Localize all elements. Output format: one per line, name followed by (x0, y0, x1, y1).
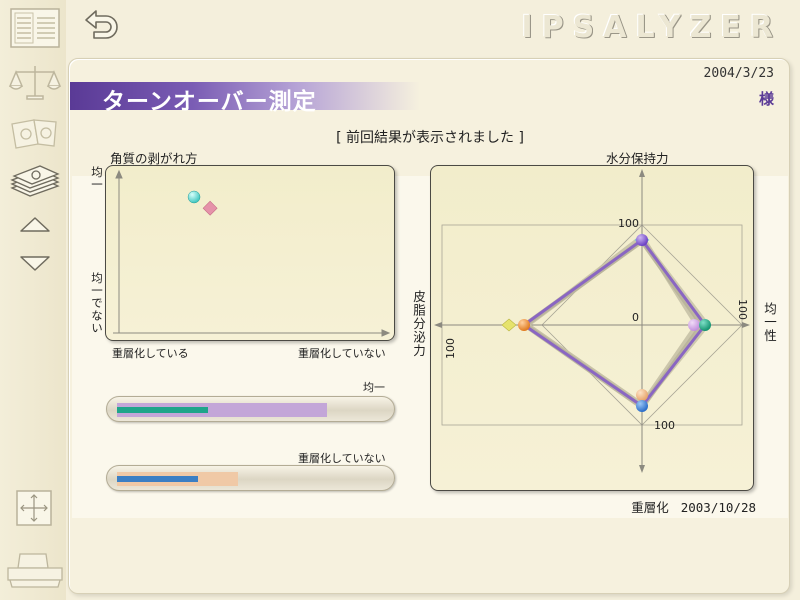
customer-honorific: 様 (758, 90, 774, 108)
radar-left-label: 皮脂分泌力 (411, 290, 426, 358)
radar-tick-center: 0 (632, 311, 639, 324)
scatter-y-bottom-label: 均一でない (90, 272, 104, 335)
scale-icon[interactable] (8, 62, 62, 102)
radar-marker-left (518, 319, 530, 331)
radar-marker-top (636, 234, 648, 246)
radar-axis-arrow-down (639, 465, 645, 473)
layer-bar (106, 465, 395, 491)
radar-tick-right: 100 (736, 299, 749, 320)
radar-bottom-label: 重層化 (631, 500, 669, 515)
radar-marker-right (699, 319, 711, 331)
radar-marker-bottom (636, 400, 648, 412)
scatter-point-current (187, 190, 201, 204)
radar-series-3 (521, 237, 707, 409)
app-logo: IPSALYZER (521, 10, 782, 45)
radar-series-2 (520, 237, 706, 411)
uniform-bar-label: 均一 (363, 381, 385, 394)
scroll-down-icon[interactable] (18, 252, 52, 274)
radar-tick-bottom: 100 (654, 419, 675, 432)
scatter-x-left-label: 重層化している (112, 347, 189, 360)
list-view-icon[interactable] (10, 8, 60, 48)
radar-axis-arrow-left (434, 322, 442, 328)
card-stack-icon[interactable] (8, 164, 62, 204)
radar-marker-prev-left (501, 318, 517, 332)
scatter-point-previous (202, 200, 218, 216)
measure-date: 2004/3/23 (703, 66, 774, 81)
radar-axis-arrow-up (639, 169, 645, 177)
back-arrow-icon[interactable] (80, 6, 126, 46)
radar-marker-prev-right (688, 319, 700, 331)
radar-series-0 (522, 236, 711, 409)
uniform-bar-current (117, 407, 209, 413)
crosshair-icon[interactable] (16, 490, 52, 526)
uniform-bar (106, 396, 395, 422)
radar-bottom-row: 重層化 2003/10/28 (631, 497, 756, 516)
scroll-up-icon[interactable] (18, 214, 52, 236)
page-title: ターンオーバー測定 (102, 88, 317, 115)
scatter-y-top-label: 均一 (90, 166, 104, 191)
scatter-x-right-label: 重層化していない (298, 347, 386, 360)
radar-tick-left: 100 (444, 338, 457, 359)
radar-marker-prev-bottom (636, 389, 648, 401)
previous-result-notice: [ 前回結果が表示されました ] (336, 130, 524, 146)
radar-tick-top: 100 (618, 217, 639, 230)
printer-icon[interactable] (6, 550, 64, 590)
layer-bar-current (117, 476, 198, 482)
radar-chart: 100 100 100 100 0 (430, 165, 754, 491)
radar-axis-arrow-right (742, 322, 750, 328)
scatter-plot (105, 165, 395, 341)
radar-right-label: 均一性 (762, 302, 777, 343)
previous-date: 2003/10/28 (680, 500, 756, 515)
layer-bar-label: 重層化していない (298, 452, 386, 465)
